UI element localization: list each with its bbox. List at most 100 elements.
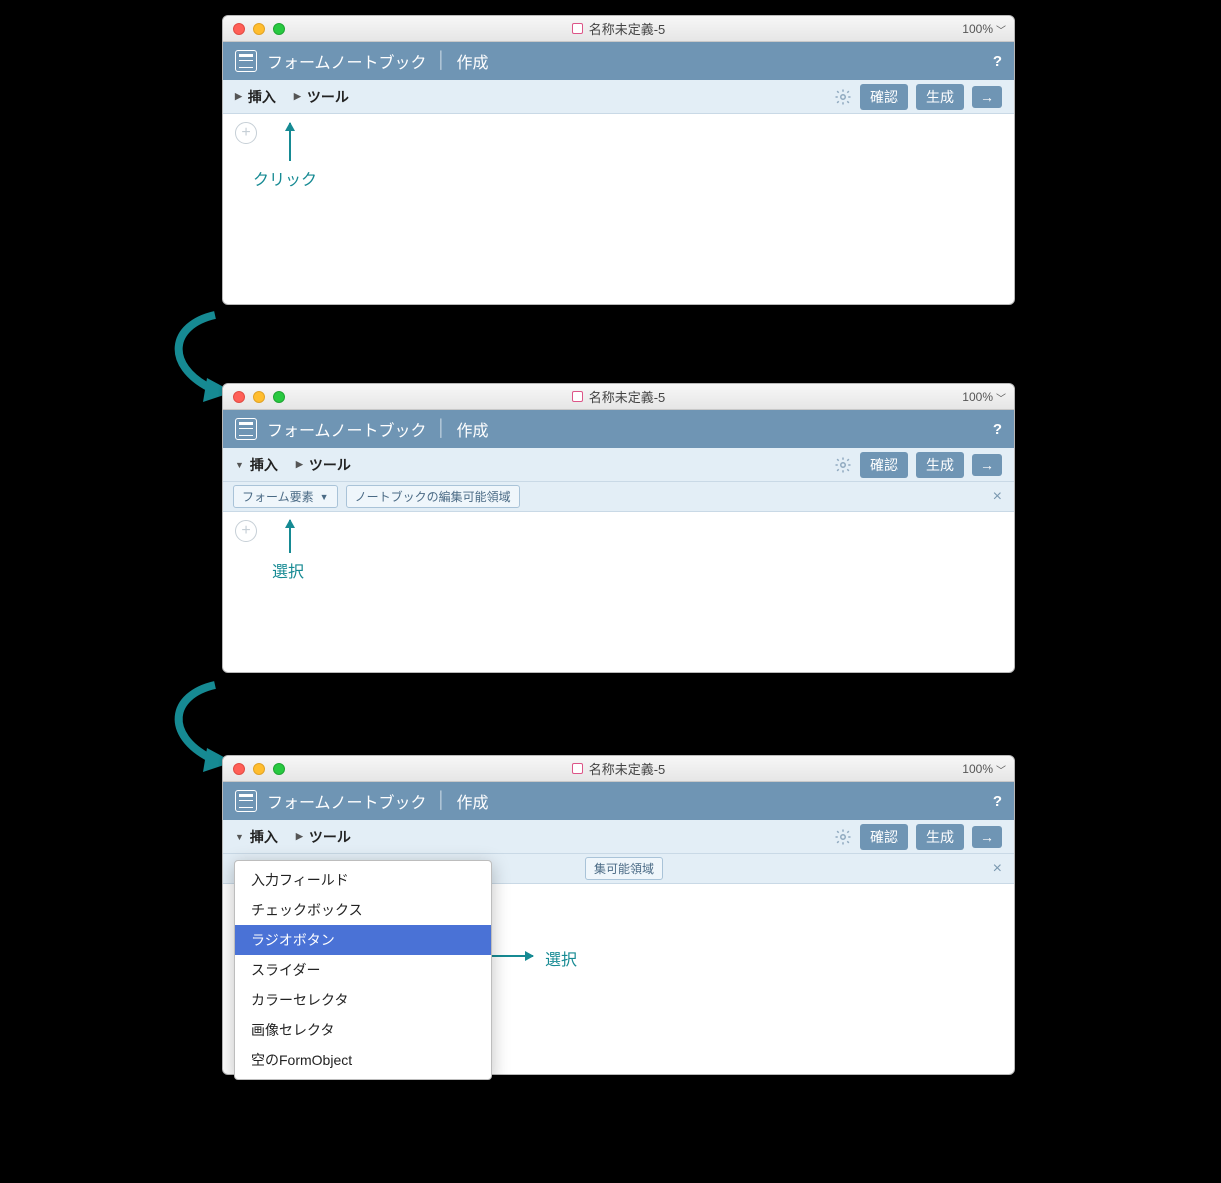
close-window-icon[interactable] bbox=[233, 23, 245, 35]
header-title: フォームノートブック bbox=[267, 417, 427, 441]
window-step-1: 名称未定義-5 100% ﹀ フォームノートブック │ 作成 ? ▶ 挿入 ▶ … bbox=[222, 15, 1015, 305]
insert-menu[interactable]: ▼ 挿入 bbox=[235, 827, 278, 847]
zoom-control[interactable]: 100% ﹀ bbox=[962, 756, 1006, 782]
document-title-text: 名称未定義-5 bbox=[589, 387, 666, 406]
menu-option-radio-button[interactable]: ラジオボタン bbox=[235, 925, 491, 955]
toolbar: ▼ 挿入 ▶ ツール 確認 生成 → bbox=[223, 820, 1014, 854]
insert-label: 挿入 bbox=[248, 87, 276, 107]
maximize-window-icon[interactable] bbox=[273, 23, 285, 35]
header-mode: 作成 bbox=[457, 49, 489, 73]
caret-right-icon: ▶ bbox=[296, 831, 303, 842]
confirm-button[interactable]: 確認 bbox=[860, 824, 908, 850]
zoom-control[interactable]: 100% ﹀ bbox=[962, 16, 1006, 42]
header-mode: 作成 bbox=[457, 789, 489, 813]
traffic-lights bbox=[233, 23, 285, 35]
menu-option-color-selector[interactable]: カラーセレクタ bbox=[235, 985, 491, 1015]
zoom-value: 100% bbox=[962, 390, 993, 404]
next-button[interactable]: → bbox=[972, 454, 1002, 476]
gear-icon[interactable] bbox=[834, 456, 852, 474]
menu-option-input-field[interactable]: 入力フィールド bbox=[235, 865, 491, 895]
traffic-lights bbox=[233, 391, 285, 403]
zoom-control[interactable]: 100% ﹀ bbox=[962, 384, 1006, 410]
confirm-button[interactable]: 確認 bbox=[860, 452, 908, 478]
editable-area-button[interactable]: 集可能領域 bbox=[585, 857, 663, 880]
menu-option-slider[interactable]: スライダー bbox=[235, 955, 491, 985]
insert-label: 挿入 bbox=[250, 827, 278, 847]
toolbar: ▶ 挿入 ▶ ツール 確認 生成 → bbox=[223, 80, 1014, 114]
next-button[interactable]: → bbox=[972, 86, 1002, 108]
document-title: 名称未定義-5 bbox=[223, 387, 1014, 406]
minimize-window-icon[interactable] bbox=[253, 23, 265, 35]
tools-menu[interactable]: ▶ ツール bbox=[294, 87, 349, 107]
sub-toolbar: フォーム要素 ▼ ノートブックの編集可能領域 × bbox=[223, 482, 1014, 512]
minimize-window-icon[interactable] bbox=[253, 763, 265, 775]
mac-titlebar: 名称未定義-5 100% ﹀ bbox=[223, 756, 1014, 782]
chevron-down-icon: ﹀ bbox=[996, 762, 1006, 777]
menu-option-image-selector[interactable]: 画像セレクタ bbox=[235, 1015, 491, 1045]
help-button[interactable]: ? bbox=[993, 793, 1002, 810]
tools-menu[interactable]: ▶ ツール bbox=[296, 455, 351, 475]
close-subbar-button[interactable]: × bbox=[993, 860, 1002, 878]
help-button[interactable]: ? bbox=[993, 53, 1002, 70]
annotation-click-label: クリック bbox=[253, 166, 317, 190]
chevron-down-icon: ﹀ bbox=[996, 390, 1006, 405]
form-notebook-icon bbox=[235, 418, 257, 440]
divider: │ bbox=[437, 420, 447, 438]
divider: │ bbox=[437, 792, 447, 810]
add-cell-button[interactable]: + bbox=[235, 122, 257, 144]
generate-button[interactable]: 生成 bbox=[916, 452, 964, 478]
editable-area-label: 集可能領域 bbox=[594, 860, 654, 877]
insert-menu[interactable]: ▼ 挿入 bbox=[235, 455, 278, 475]
maximize-window-icon[interactable] bbox=[273, 763, 285, 775]
document-title: 名称未定義-5 bbox=[223, 759, 1014, 778]
form-elements-dropdown[interactable]: フォーム要素 ▼ bbox=[233, 485, 338, 508]
zoom-value: 100% bbox=[962, 22, 993, 36]
doc-icon bbox=[572, 391, 583, 402]
header-mode: 作成 bbox=[457, 417, 489, 441]
form-notebook-icon bbox=[235, 790, 257, 812]
editable-area-button[interactable]: ノートブックの編集可能領域 bbox=[346, 485, 520, 508]
insert-label: 挿入 bbox=[250, 455, 278, 475]
document-title-text: 名称未定義-5 bbox=[589, 759, 666, 778]
content-area: + bbox=[223, 114, 1014, 174]
generate-button[interactable]: 生成 bbox=[916, 84, 964, 110]
menu-option-empty-formobject[interactable]: 空のFormObject bbox=[235, 1045, 491, 1075]
form-elements-label: フォーム要素 bbox=[242, 488, 314, 505]
caret-down-icon: ▼ bbox=[235, 832, 244, 842]
document-title: 名称未定義-5 bbox=[223, 19, 1014, 38]
document-title-text: 名称未定義-5 bbox=[589, 19, 666, 38]
gear-icon[interactable] bbox=[834, 828, 852, 846]
annotation-arrow bbox=[289, 520, 291, 553]
chevron-down-icon: ▼ bbox=[320, 492, 329, 502]
form-elements-menu: 入力フィールド チェックボックス ラジオボタン スライダー カラーセレクタ 画像… bbox=[234, 860, 492, 1080]
tools-label: ツール bbox=[307, 87, 349, 107]
next-button[interactable]: → bbox=[972, 826, 1002, 848]
help-button[interactable]: ? bbox=[993, 421, 1002, 438]
gear-icon[interactable] bbox=[834, 88, 852, 106]
caret-right-icon: ▶ bbox=[235, 91, 242, 102]
form-header: フォームノートブック │ 作成 ? bbox=[223, 42, 1014, 80]
minimize-window-icon[interactable] bbox=[253, 391, 265, 403]
close-subbar-button[interactable]: × bbox=[993, 488, 1002, 506]
close-window-icon[interactable] bbox=[233, 763, 245, 775]
add-cell-button[interactable]: + bbox=[235, 520, 257, 542]
editable-area-label: ノートブックの編集可能領域 bbox=[355, 488, 511, 505]
generate-button[interactable]: 生成 bbox=[916, 824, 964, 850]
form-header: フォームノートブック │ 作成 ? bbox=[223, 782, 1014, 820]
doc-icon bbox=[572, 23, 583, 34]
caret-right-icon: ▶ bbox=[294, 91, 301, 102]
menu-option-checkbox[interactable]: チェックボックス bbox=[235, 895, 491, 925]
divider: │ bbox=[437, 52, 447, 70]
annotation-select-label: 選択 bbox=[272, 558, 304, 582]
caret-right-icon: ▶ bbox=[296, 459, 303, 470]
tools-label: ツール bbox=[309, 827, 351, 847]
window-step-2: 名称未定義-5 100% ﹀ フォームノートブック │ 作成 ? ▼ 挿入 ▶ … bbox=[222, 383, 1015, 673]
close-window-icon[interactable] bbox=[233, 391, 245, 403]
zoom-value: 100% bbox=[962, 762, 993, 776]
tools-menu[interactable]: ▶ ツール bbox=[296, 827, 351, 847]
form-header: フォームノートブック │ 作成 ? bbox=[223, 410, 1014, 448]
insert-menu[interactable]: ▶ 挿入 bbox=[235, 87, 276, 107]
confirm-button[interactable]: 確認 bbox=[860, 84, 908, 110]
maximize-window-icon[interactable] bbox=[273, 391, 285, 403]
traffic-lights bbox=[233, 763, 285, 775]
